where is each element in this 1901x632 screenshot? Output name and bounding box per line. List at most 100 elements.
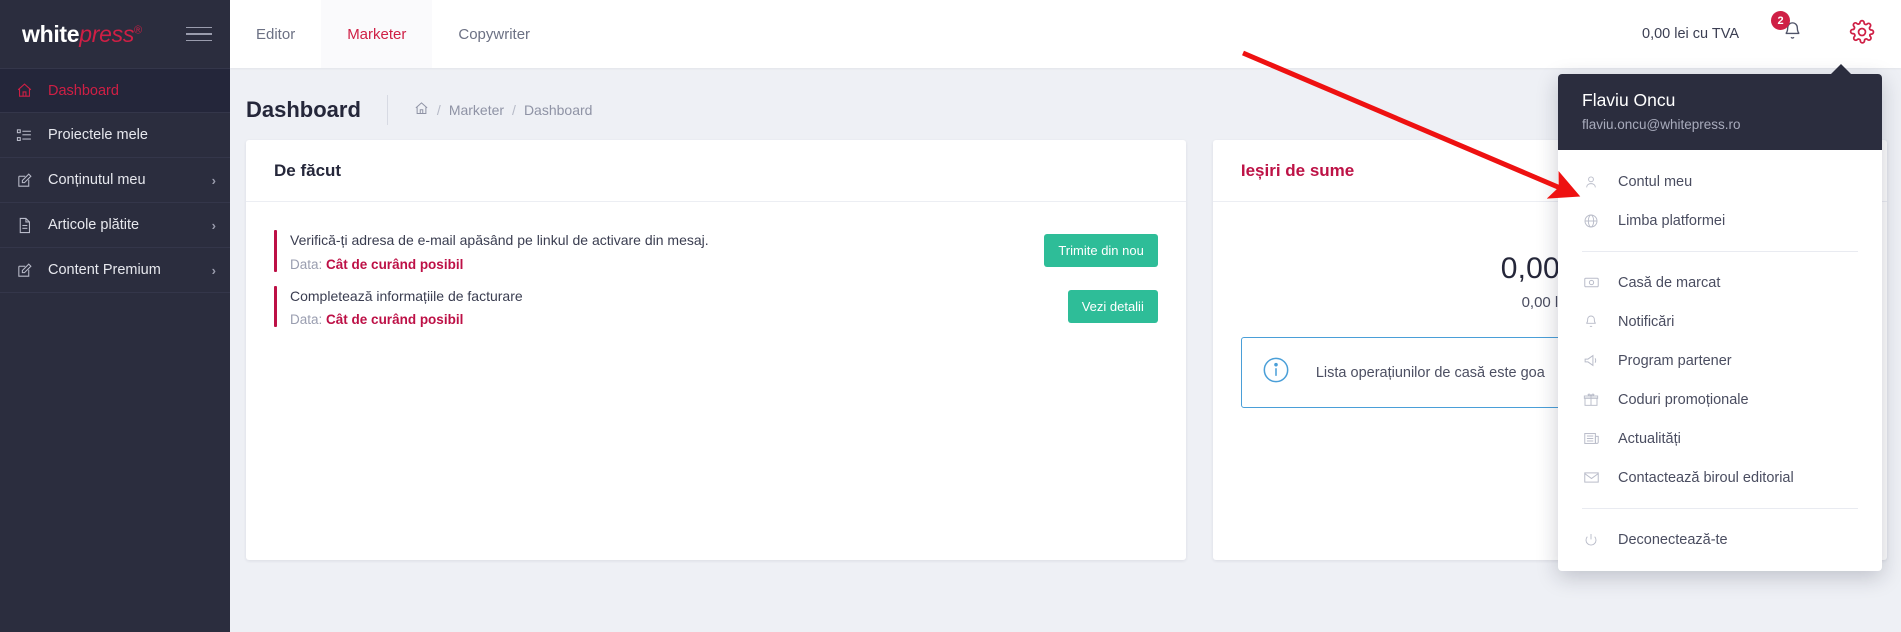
resend-email-button[interactable]: Trimite din nou	[1044, 234, 1158, 268]
tab-label: Copywriter	[458, 25, 531, 43]
todo-date: Data: Cât de curând posibil	[290, 257, 1044, 272]
breadcrumb: / Marketer / Dashboard	[386, 95, 593, 125]
logo-registered-mark: ®	[134, 23, 142, 36]
todo-card-header: De făcut	[246, 140, 1186, 202]
menu-item-label: Coduri promoționale	[1618, 391, 1749, 408]
menu-item-label: Actualități	[1618, 430, 1681, 447]
notifications-button[interactable]: 2	[1771, 11, 1804, 48]
menu-item-label: Notificări	[1618, 313, 1675, 330]
menu-item-notificari[interactable]: Notificări	[1558, 302, 1882, 341]
breadcrumb-item-dashboard: Dashboard	[523, 102, 593, 118]
menu-item-limba-platformei[interactable]: Limba platformei	[1558, 201, 1882, 240]
menu-divider	[1582, 251, 1858, 252]
tab-marketer[interactable]: Marketer	[321, 0, 433, 68]
todo-text: Verifică-ți adresa de e-mail apăsând pe …	[290, 232, 709, 248]
todo-date-label: Data:	[290, 312, 323, 328]
menu-item-contul-meu[interactable]: Contul meu	[1558, 162, 1882, 201]
news-icon	[1582, 430, 1600, 447]
sidebar-item-proiectele-mele[interactable]: Proiectele mele	[0, 113, 230, 158]
chevron-right-icon: ›	[211, 262, 216, 278]
settings-button[interactable]	[1849, 19, 1875, 50]
sidebar-item-dashboard[interactable]: Dashboard	[0, 68, 230, 113]
megaphone-icon	[1582, 352, 1600, 369]
todo-card: De făcut Verifică-ți adresa de e-mail ap…	[246, 140, 1186, 560]
topbar: Editor Marketer Copywriter 0,00 lei cu T…	[230, 0, 1901, 68]
todo-item: Completează informațiile de facturare Da…	[274, 282, 1158, 338]
edit-square-icon	[16, 262, 38, 279]
home-icon	[16, 82, 38, 99]
empty-list-alert-text: Lista operațiunilor de casă este goa	[1315, 364, 1545, 381]
menu-divider	[1582, 508, 1858, 509]
edit-square-icon	[16, 172, 38, 189]
menu-item-label: Casă de marcat	[1618, 274, 1721, 291]
document-icon	[16, 217, 38, 234]
dropdown-header: Flaviu Oncu flaviu.oncu@whitepress.ro	[1558, 74, 1882, 150]
sidebar-item-label: Proiectele mele	[48, 127, 148, 143]
todo-card-title: De făcut	[274, 160, 342, 180]
dropdown-caret	[1830, 64, 1852, 75]
page-title: Dashboard	[246, 97, 361, 122]
sidebar-item-label: Content Premium	[48, 262, 161, 278]
chevron-right-icon: ›	[211, 172, 216, 188]
notification-badge: 2	[1771, 11, 1790, 30]
sidebar-item-label: Dashboard	[48, 82, 119, 99]
topbar-actions: 0,00 lei cu TVA 2	[1642, 0, 1901, 68]
todo-card-body: Verifică-ți adresa de e-mail apăsând pe …	[246, 202, 1186, 337]
menu-item-label: Deconectează-te	[1618, 531, 1728, 548]
menu-item-deconecteaza-te[interactable]: Deconectează-te	[1558, 520, 1882, 559]
todo-texts: Verifică-ți adresa de e-mail apăsând pe …	[290, 230, 1044, 272]
bell-icon	[1582, 314, 1600, 330]
tab-copywriter[interactable]: Copywriter	[432, 0, 556, 68]
user-name: Flaviu Oncu	[1582, 90, 1676, 110]
sidebar-item-content-premium[interactable]: Content Premium ›	[0, 248, 230, 293]
sidebar-item-label: Conținutul meu	[48, 172, 146, 188]
globe-icon	[1582, 213, 1600, 229]
hamburger-icon[interactable]	[186, 26, 212, 42]
list-icon	[16, 127, 38, 144]
sidebar-header: whitepress®	[0, 0, 230, 68]
tab-label: Editor	[256, 25, 296, 43]
sums-card-title: Ieșiri de sume	[1240, 160, 1355, 180]
info-icon	[1262, 356, 1290, 389]
sidebar: whitepress® Dashboard Proiectele mele Co…	[0, 0, 230, 632]
todo-text: Completează informațiile de facturare	[290, 287, 523, 304]
balance-amount: 0,00 lei cu TVA	[1642, 26, 1739, 42]
todo-accent-bar	[274, 230, 277, 272]
logo-pink-part: press	[79, 20, 135, 47]
menu-item-actualitati[interactable]: Actualități	[1558, 419, 1882, 458]
menu-item-program-partener[interactable]: Program partener	[1558, 341, 1882, 380]
menu-item-casa-de-marcat[interactable]: Casă de marcat	[1558, 263, 1882, 302]
power-icon	[1582, 532, 1600, 548]
todo-date: Data: Cât de curând posibil	[290, 312, 1068, 327]
sidebar-item-continutul-meu[interactable]: Conținutul meu ›	[0, 158, 230, 203]
user-menu-dropdown: Flaviu Oncu flaviu.oncu@whitepress.ro Co…	[1558, 64, 1882, 571]
todo-accent-bar	[274, 285, 277, 328]
menu-item-label: Program partener	[1618, 352, 1732, 369]
todo-date-value: Cât de curând posibil	[326, 256, 464, 272]
breadcrumb-separator: /	[436, 102, 441, 118]
menu-item-label: Limba platformei	[1618, 212, 1726, 229]
view-details-button[interactable]: Vezi detalii	[1067, 290, 1158, 324]
logo-white-part: white	[22, 20, 80, 47]
menu-item-label: Contactează biroul editorial	[1618, 469, 1794, 486]
todo-date-label: Data:	[290, 256, 323, 272]
gift-icon	[1582, 392, 1600, 408]
app-root: whitepress® Dashboard Proiectele mele Co…	[0, 0, 1901, 632]
user-icon	[1582, 174, 1600, 190]
user-email: flaviu.oncu@whitepress.ro	[1582, 117, 1741, 132]
gear-icon	[1849, 19, 1875, 50]
home-icon[interactable]	[414, 101, 429, 119]
tab-editor[interactable]: Editor	[230, 0, 321, 68]
menu-item-contacteaza-biroul-editorial[interactable]: Contactează biroul editorial	[1558, 458, 1882, 497]
todo-texts: Completează informațiile de facturare Da…	[290, 286, 1068, 328]
todo-date-value: Cât de curând posibil	[326, 312, 464, 328]
menu-item-label: Contul meu	[1618, 173, 1693, 190]
sidebar-item-label: Articole plătite	[48, 217, 140, 233]
breadcrumb-item-marketer[interactable]: Marketer	[449, 102, 504, 118]
whitepress-logo[interactable]: whitepress®	[22, 21, 142, 48]
menu-item-coduri-promotionale[interactable]: Coduri promoționale	[1558, 380, 1882, 419]
cash-register-icon	[1582, 274, 1600, 291]
sidebar-item-articole-platite[interactable]: Articole plătite ›	[0, 203, 230, 248]
envelope-icon	[1582, 469, 1600, 486]
breadcrumb-separator: /	[512, 102, 516, 118]
